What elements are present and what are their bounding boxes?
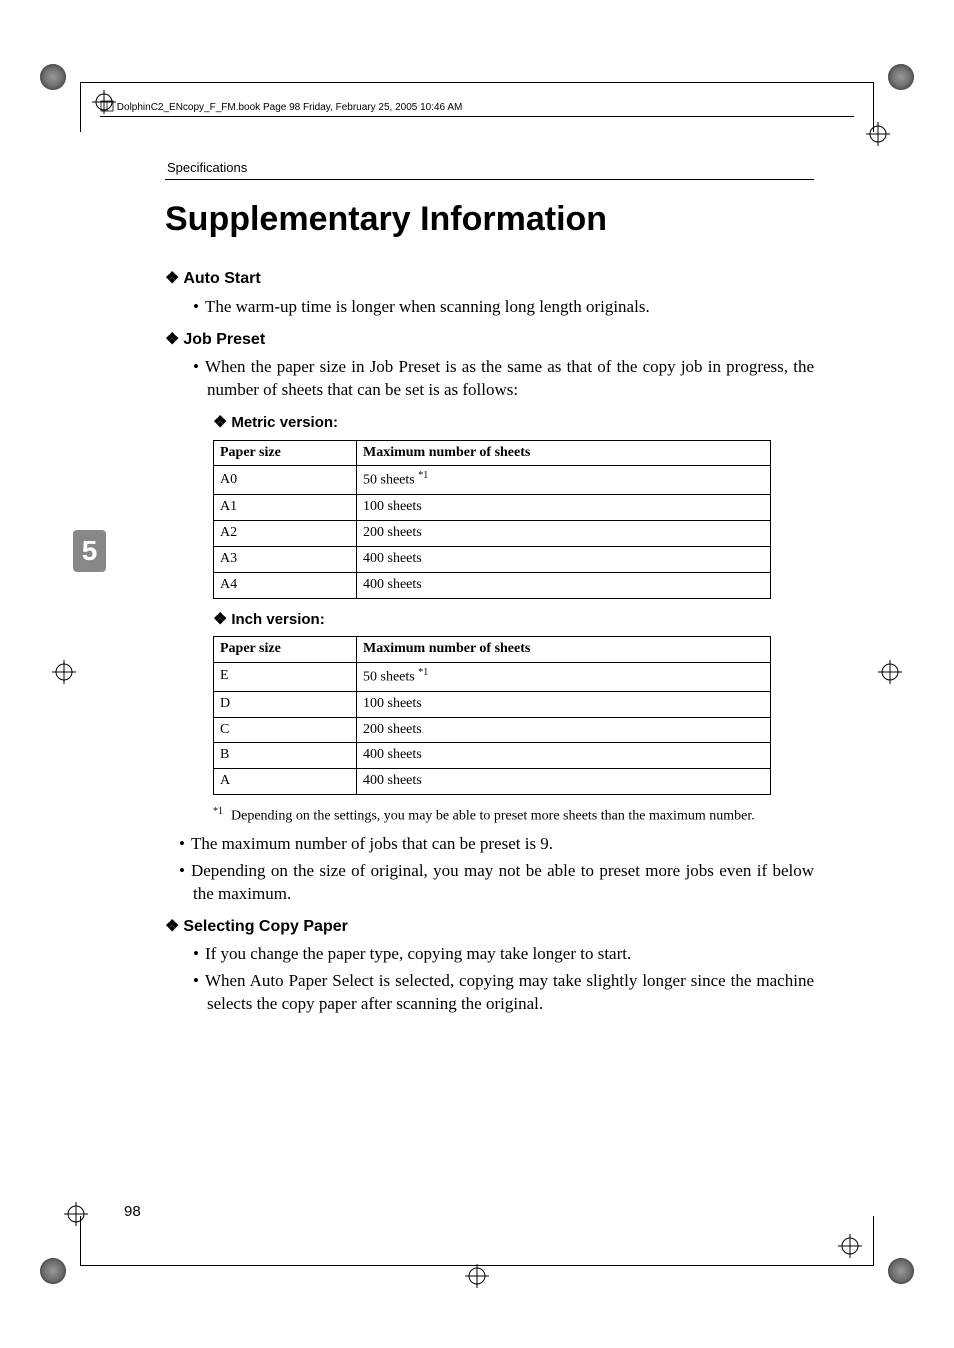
crop-frame (80, 1216, 81, 1266)
cell-size: A2 (214, 520, 357, 546)
cell-max: 50 sheets *1 (357, 466, 771, 495)
footnote-1: *1Depending on the settings, you may be … (237, 805, 814, 827)
bullet-auto-start-0: •The warm-up time is longer when scannin… (207, 296, 814, 319)
cell-size: A3 (214, 546, 357, 572)
table-row: A4 400 sheets (214, 572, 771, 598)
running-header-text: DolphinC2_ENcopy_F_FM.book Page 98 Frida… (117, 102, 463, 113)
crop-frame (80, 82, 81, 132)
footnote-text: Depending on the settings, you may be ab… (231, 809, 755, 824)
heading-scp-text: Selecting Copy Paper (183, 918, 348, 935)
table-row: A0 50 sheets *1 (214, 466, 771, 495)
table-row: A3 400 sheets (214, 546, 771, 572)
register-mark-ml (52, 660, 76, 684)
crop-frame (873, 1216, 874, 1266)
heading-metric-version: ❖Metric version: (213, 412, 814, 434)
register-dot-bl (40, 1258, 66, 1284)
th-max-sheets: Maximum number of sheets (357, 440, 771, 466)
diamond-icon: ❖ (165, 918, 179, 935)
cell-size: A0 (214, 466, 357, 495)
register-dot-br (888, 1258, 914, 1284)
heading-inch-text: Inch version: (231, 611, 324, 628)
th-paper-size: Paper size (214, 440, 357, 466)
register-mark-br (838, 1234, 862, 1258)
chapter-number: 5 (82, 535, 98, 566)
cell-size: A4 (214, 572, 357, 598)
cell-size: B (214, 743, 357, 769)
diamond-icon: ❖ (165, 270, 179, 287)
table-header-row: Paper size Maximum number of sheets (214, 637, 771, 663)
heading-selecting-copy-paper: ❖Selecting Copy Paper (165, 916, 814, 938)
table-row: E 50 sheets *1 (214, 663, 771, 692)
cell-max: 100 sheets (357, 691, 771, 717)
page-title-text: Supplementary Information (165, 200, 607, 238)
cell-size: A1 (214, 495, 357, 521)
inch-table: Paper size Maximum number of sheets E 50… (213, 636, 771, 795)
footnote-mark: *1 (213, 806, 223, 817)
cell-max: 200 sheets (357, 520, 771, 546)
heading-metric-text: Metric version: (231, 414, 338, 431)
bullet-text: When the paper size in Job Preset is as … (205, 357, 814, 399)
register-dot-tl (40, 64, 66, 90)
heading-job-preset-text: Job Preset (183, 331, 265, 348)
register-mark-bc (465, 1264, 489, 1288)
cell-max: 400 sheets (357, 546, 771, 572)
page-number: 98 (124, 1203, 141, 1220)
cell-max: 400 sheets (357, 572, 771, 598)
cell-size: E (214, 663, 357, 692)
bullet-job-preset-intro: •When the paper size in Job Preset is as… (207, 356, 814, 402)
cell-max: 100 sheets (357, 495, 771, 521)
table-row: B 400 sheets (214, 743, 771, 769)
diamond-icon: ❖ (213, 611, 227, 628)
register-dot-tr (888, 64, 914, 90)
table-row: A2 200 sheets (214, 520, 771, 546)
bullet-text: Depending on the size of original, you m… (191, 861, 814, 903)
section-running-head-text: Specifications (167, 160, 247, 175)
register-mark-mr (878, 660, 902, 684)
table-row: A1 100 sheets (214, 495, 771, 521)
bullet-scp-0: •If you change the paper type, copying m… (207, 943, 814, 966)
page-title: Supplementary Information (165, 200, 607, 239)
book-icon (100, 100, 114, 115)
th-paper-size: Paper size (214, 637, 357, 663)
heading-auto-start: ❖Auto Start (165, 268, 814, 290)
crop-frame (873, 82, 874, 132)
bullet-text: When Auto Paper Select is selected, copy… (205, 971, 814, 1013)
th-max-sheets: Maximum number of sheets (357, 637, 771, 663)
bullet-text: If you change the paper type, copying ma… (205, 944, 631, 963)
heading-inch-version: ❖Inch version: (213, 609, 814, 631)
content-body: ❖Auto Start •The warm-up time is longer … (165, 258, 814, 1020)
table-row: A 400 sheets (214, 769, 771, 795)
table-row: D 100 sheets (214, 691, 771, 717)
cell-size: D (214, 691, 357, 717)
diamond-icon: ❖ (165, 331, 179, 348)
section-running-head: Specifications (165, 160, 814, 180)
bullet-text: The maximum number of jobs that can be p… (191, 834, 553, 853)
cell-max: 400 sheets (357, 769, 771, 795)
page-number-text: 98 (124, 1203, 141, 1220)
crop-frame (80, 82, 874, 83)
bullet-job-preset-post-0: •The maximum number of jobs that can be … (193, 833, 814, 856)
bullet-job-preset-post-1: •Depending on the size of original, you … (193, 860, 814, 906)
cell-max: 400 sheets (357, 743, 771, 769)
cell-max: 200 sheets (357, 717, 771, 743)
register-mark-bl (64, 1202, 88, 1226)
register-mark-tr (866, 122, 890, 146)
crop-frame (80, 1265, 874, 1266)
cell-size: A (214, 769, 357, 795)
heading-auto-start-text: Auto Start (183, 270, 260, 287)
diamond-icon: ❖ (213, 414, 227, 431)
table-row: C 200 sheets (214, 717, 771, 743)
running-header: DolphinC2_ENcopy_F_FM.book Page 98 Frida… (100, 100, 854, 117)
metric-table: Paper size Maximum number of sheets A0 5… (213, 440, 771, 599)
heading-job-preset: ❖Job Preset (165, 329, 814, 351)
cell-max: 50 sheets *1 (357, 663, 771, 692)
bullet-text: The warm-up time is longer when scanning… (205, 297, 650, 316)
table-header-row: Paper size Maximum number of sheets (214, 440, 771, 466)
chapter-tab: 5 (73, 530, 106, 572)
bullet-scp-1: •When Auto Paper Select is selected, cop… (207, 970, 814, 1016)
cell-size: C (214, 717, 357, 743)
